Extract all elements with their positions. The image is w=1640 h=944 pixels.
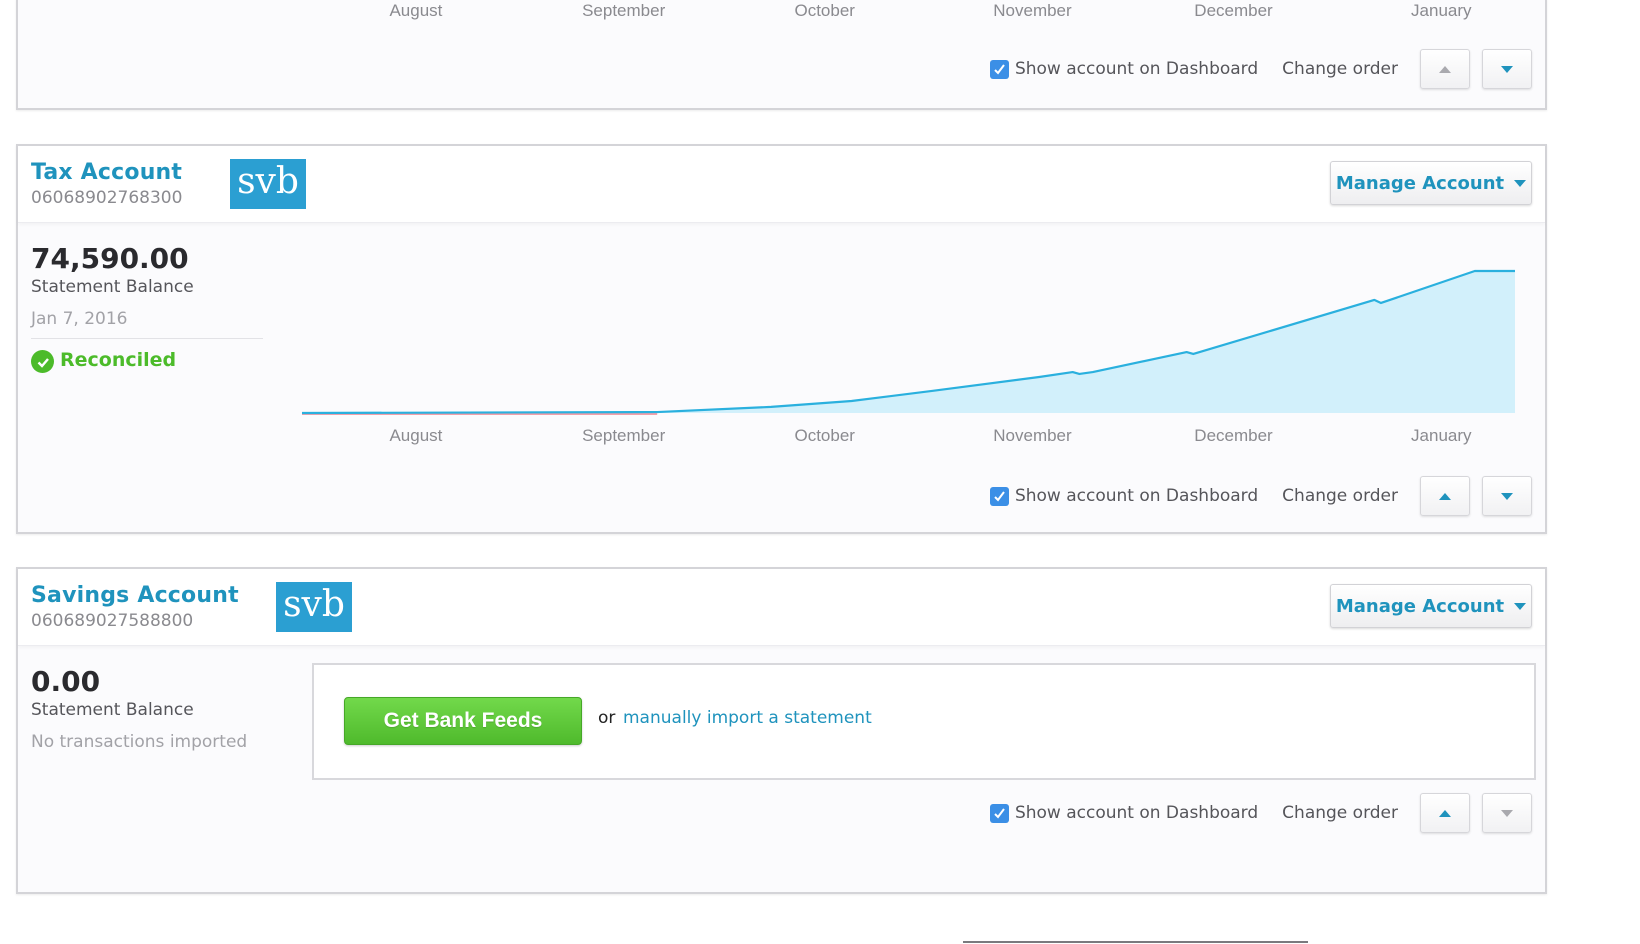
caret-up-icon [1439, 809, 1451, 817]
caret-down-icon [1501, 492, 1513, 500]
bank-logo: svb [276, 582, 352, 632]
show-on-dashboard-label: Show account on Dashboard [1014, 803, 1259, 823]
move-down-button[interactable] [1482, 476, 1532, 516]
show-on-dashboard-checkbox[interactable] [989, 803, 1009, 823]
savings-account-header: Savings Account 060689027588800 svb Mana… [18, 569, 1545, 646]
account-name-link[interactable]: Savings Account [31, 583, 239, 608]
checkmark-icon [994, 490, 1005, 502]
or-text: or [598, 708, 616, 728]
savings-account-card: Savings Account 060689027588800 svb Mana… [16, 567, 1547, 894]
show-on-dashboard-checkbox[interactable] [989, 59, 1009, 79]
statement-balance-amount: 0.00 [31, 665, 101, 698]
change-order-label: Change order [1282, 803, 1398, 823]
account-number: 060689027588800 [31, 611, 194, 631]
balance-area [302, 271, 1515, 413]
savings-account-footer: Show account on Dashboard Change order [989, 792, 1532, 834]
chevron-down-icon [1514, 602, 1527, 610]
x-tick-label: September [582, 426, 666, 445]
previous-account-card: August September October November December Ja… [16, 0, 1547, 110]
manage-account-button[interactable]: Manage Account [1330, 584, 1532, 628]
change-order-label: Change order [1282, 486, 1398, 506]
checkmark-icon [994, 63, 1005, 75]
x-tick-label: October [794, 426, 855, 445]
change-order-label: Change order [1282, 59, 1398, 79]
x-tick-label: November [993, 426, 1072, 445]
manual-import-link[interactable]: manually import a statement [623, 708, 872, 728]
x-tick-label: October [794, 1, 855, 20]
move-down-button[interactable] [1482, 793, 1532, 833]
move-up-button[interactable] [1420, 49, 1470, 89]
x-tick-label: December [1194, 426, 1273, 445]
bank-feeds-panel: Get Bank Feeds or manually import a stat… [312, 663, 1536, 780]
balance-chart [301, 269, 1515, 415]
tax-account-card: Tax Account 06068902768300 svb Manage Ac… [16, 144, 1547, 534]
move-down-button[interactable] [1482, 49, 1532, 89]
show-on-dashboard-label: Show account on Dashboard [1014, 486, 1259, 506]
statement-balance-label: Statement Balance [31, 700, 194, 720]
manage-account-label: Manage Account [1335, 595, 1505, 617]
scroll-indicator [963, 941, 1308, 943]
show-on-dashboard-checkbox[interactable] [989, 486, 1009, 506]
x-tick-label: August [389, 426, 443, 445]
x-tick-label: January [1411, 1, 1472, 20]
move-up-button[interactable] [1420, 793, 1470, 833]
show-on-dashboard-label: Show account on Dashboard [1014, 59, 1259, 79]
previous-account-footer: Show account on Dashboard Change order [989, 48, 1532, 90]
caret-up-icon [1439, 492, 1451, 500]
x-tick-label: August [389, 1, 443, 20]
x-tick-label: December [1194, 1, 1273, 20]
x-tick-label: September [582, 1, 666, 20]
caret-up-icon [1439, 65, 1451, 73]
x-tick-label: November [993, 1, 1072, 20]
get-bank-feeds-button[interactable]: Get Bank Feeds [344, 697, 582, 745]
x-tick-label: January [1411, 426, 1472, 445]
checkmark-icon [994, 807, 1005, 819]
no-transactions-text: No transactions imported [31, 732, 248, 752]
tax-account-footer: Show account on Dashboard Change order [989, 475, 1532, 517]
caret-down-icon [1501, 809, 1513, 817]
move-up-button[interactable] [1420, 476, 1470, 516]
caret-down-icon [1501, 65, 1513, 73]
